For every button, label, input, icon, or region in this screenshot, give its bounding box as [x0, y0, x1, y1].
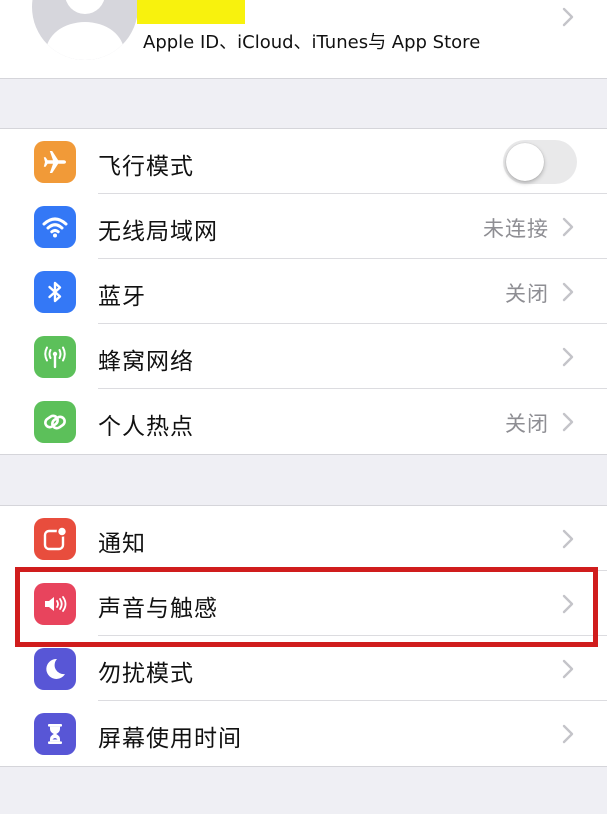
- notifications-icon: [34, 518, 76, 560]
- row-cellular[interactable]: 蜂窝网络: [0, 324, 607, 389]
- hotspot-chain-icon: [34, 401, 76, 443]
- row-do-not-disturb[interactable]: 勿扰模式: [0, 636, 607, 701]
- row-value: 关闭: [505, 282, 549, 306]
- speaker-icon: [34, 583, 76, 625]
- chevron-right-icon: [562, 529, 574, 549]
- chevron-right-icon: [562, 7, 574, 27]
- chevron-right-icon: [562, 217, 574, 237]
- settings-screen: Apple ID、iCloud、iTunes与 App Store 飞行模式 无…: [0, 0, 607, 814]
- row-personal-hotspot[interactable]: 个人热点 关闭: [0, 389, 607, 454]
- airplane-mode-toggle[interactable]: [503, 140, 577, 184]
- row-label: 勿扰模式: [98, 661, 194, 687]
- row-label: 通知: [98, 531, 146, 557]
- row-screen-time[interactable]: 屏幕使用时间: [0, 701, 607, 766]
- chevron-right-icon: [562, 594, 574, 614]
- row-label: 声音与触感: [98, 596, 218, 622]
- chevron-right-icon: [562, 724, 574, 744]
- notifications-group: 通知 声音与触感 勿扰模式 屏幕使用时间: [0, 505, 607, 767]
- row-bluetooth[interactable]: 蓝牙 关闭: [0, 259, 607, 324]
- row-value: 未连接: [483, 217, 549, 241]
- chevron-right-icon: [562, 282, 574, 302]
- row-notifications[interactable]: 通知: [0, 506, 607, 571]
- cellular-antenna-icon: [34, 336, 76, 378]
- apple-id-profile-row[interactable]: Apple ID、iCloud、iTunes与 App Store: [0, 0, 607, 79]
- row-sounds-haptics[interactable]: 声音与触感: [0, 571, 607, 636]
- avatar: [32, 0, 138, 60]
- profile-subtitle: Apple ID、iCloud、iTunes与 App Store: [143, 32, 481, 53]
- chevron-right-icon: [562, 347, 574, 367]
- connectivity-group: 飞行模式 无线局域网 未连接 蓝牙 关闭 蜂窝网络 个人热点 关闭: [0, 128, 607, 455]
- chevron-right-icon: [562, 412, 574, 432]
- airplane-icon: [34, 141, 76, 183]
- row-label: 屏幕使用时间: [98, 726, 242, 752]
- row-airplane-mode: 飞行模式: [0, 129, 607, 194]
- row-label: 无线局域网: [98, 219, 218, 245]
- row-label: 飞行模式: [98, 154, 194, 180]
- row-wifi[interactable]: 无线局域网 未连接: [0, 194, 607, 259]
- row-label: 蜂窝网络: [98, 349, 194, 375]
- wifi-icon: [34, 206, 76, 248]
- hourglass-icon: [34, 713, 76, 755]
- toggle-knob: [506, 143, 544, 181]
- bluetooth-icon: [34, 271, 76, 313]
- row-label: 个人热点: [98, 414, 194, 440]
- row-label: 蓝牙: [98, 284, 146, 310]
- moon-icon: [34, 648, 76, 690]
- row-value: 关闭: [505, 412, 549, 436]
- redacted-name-highlight: [137, 0, 245, 24]
- chevron-right-icon: [562, 659, 574, 679]
